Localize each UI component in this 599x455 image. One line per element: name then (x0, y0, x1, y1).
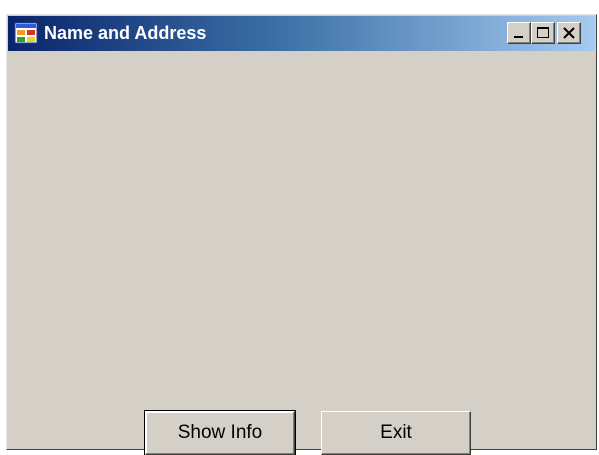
maximize-icon (537, 27, 549, 38)
close-button[interactable] (557, 22, 581, 44)
close-icon (563, 27, 575, 39)
show-info-button[interactable]: Show Info (144, 410, 296, 455)
form-client-area: Show Info Exit (8, 51, 595, 455)
main-window: Name and Address Show Info Exit (6, 14, 597, 455)
title-bar[interactable]: Name and Address (8, 16, 595, 51)
window-title: Name and Address (44, 23, 207, 43)
minimize-button[interactable] (507, 22, 531, 44)
minimize-icon (514, 36, 523, 38)
maximize-button[interactable] (531, 22, 555, 44)
exit-button[interactable]: Exit (321, 411, 471, 455)
form-app-icon[interactable] (14, 22, 38, 44)
